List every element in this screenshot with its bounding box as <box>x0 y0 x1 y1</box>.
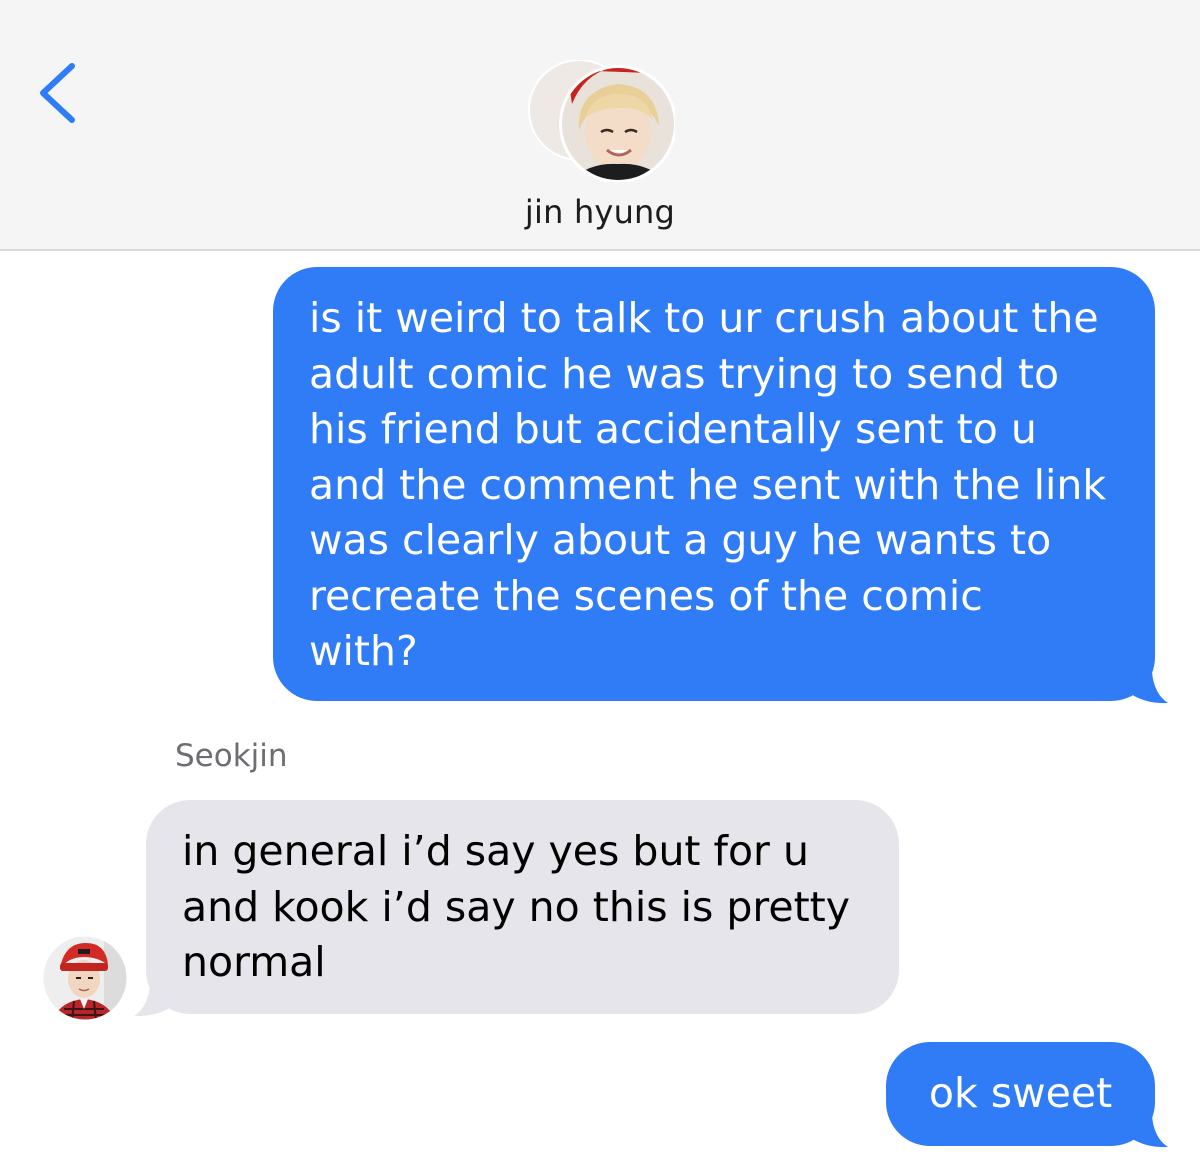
back-button[interactable] <box>30 58 90 128</box>
outgoing-message-bubble[interactable]: is it weird to talk to ur crush about th… <box>273 267 1155 701</box>
chevron-left-icon <box>40 63 75 123</box>
incoming-message-bubble[interactable]: in general i’d say yes but for u and koo… <box>146 800 899 1014</box>
message-text-line: adult comic he was trying to send to <box>309 349 1060 398</box>
message-text-line: normal <box>182 938 326 986</box>
message-text-line: is it weird to talk to ur crush about th… <box>309 294 1099 342</box>
outgoing-message-bubble[interactable]: ok sweet <box>886 1042 1155 1146</box>
message-text-line: with? <box>309 627 418 675</box>
message-text-line: his friend but accidentally sent to u <box>309 405 1037 453</box>
sender-avatar[interactable] <box>42 935 128 1021</box>
outgoing-bubble-tail <box>1128 672 1168 704</box>
contact-avatar[interactable] <box>527 60 675 182</box>
message-text-line: and the comment he sent with the link <box>309 460 1107 509</box>
messages-screen: jin hyung is it weird to talk to ur crus… <box>0 0 1200 1161</box>
message-text-line: in general i’d say yes but for u <box>182 827 809 875</box>
sender-name: Seokjin <box>175 738 288 774</box>
message-text-line: ok sweet <box>928 1069 1113 1117</box>
contact-name[interactable]: jin hyung <box>0 193 1200 231</box>
incoming-bubble-tail <box>134 985 174 1017</box>
message-text-line: was clearly about a guy he wants to <box>309 516 1052 564</box>
message-text-line: and kook i’d say no this is pretty <box>182 882 851 931</box>
conversation-header: jin hyung <box>0 0 1200 251</box>
outgoing-bubble-tail <box>1128 1116 1168 1148</box>
message-text-line: recreate the scenes of the comic <box>309 571 983 620</box>
